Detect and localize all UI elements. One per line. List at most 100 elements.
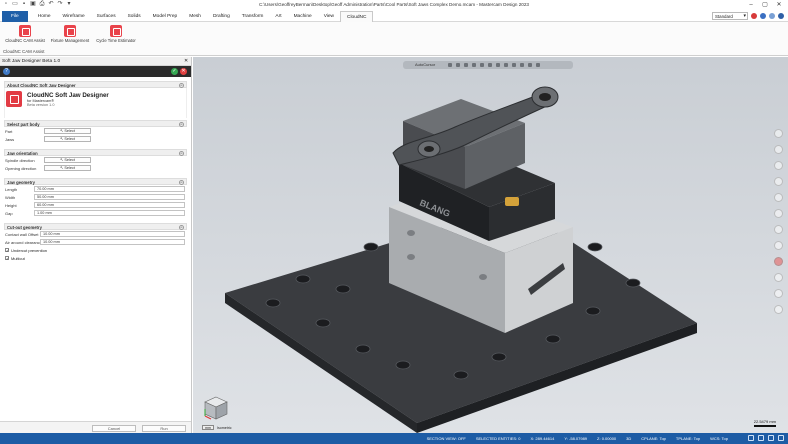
arc-icon[interactable] bbox=[472, 63, 476, 67]
collapse-icon[interactable]: ^ bbox=[179, 224, 184, 230]
air-clearance-input[interactable]: 10.00 mm bbox=[40, 239, 185, 245]
solid-select-icon[interactable] bbox=[520, 63, 524, 67]
tab-home[interactable]: Home bbox=[32, 11, 57, 22]
tab-cloudnc[interactable]: CloudNC bbox=[340, 11, 374, 22]
view-toolbar[interactable]: AutoCursor bbox=[403, 61, 573, 69]
contact-wall-offset-input[interactable]: 10.00 mm bbox=[40, 231, 185, 237]
panel-close-icon[interactable]: ✕ bbox=[184, 57, 188, 66]
cut-out-geometry-header[interactable]: Cut-out geometry ^ bbox=[4, 223, 187, 230]
options-icon[interactable] bbox=[536, 63, 540, 67]
collapse-icon[interactable]: ^ bbox=[179, 82, 184, 88]
view-top-icon[interactable] bbox=[774, 145, 783, 154]
scale-label: 22.5479 mm bbox=[753, 419, 776, 424]
width-row: Width 50.00 mm bbox=[4, 193, 187, 201]
shading-icon[interactable] bbox=[774, 241, 783, 250]
height-input[interactable]: 60.00 mm bbox=[34, 202, 185, 208]
line-icon[interactable] bbox=[464, 63, 468, 67]
cycle-time-button[interactable]: Cycle Time Estimator bbox=[96, 25, 136, 43]
level-icon[interactable] bbox=[488, 63, 492, 67]
run-button[interactable]: Run bbox=[142, 425, 186, 432]
tab-model-prep[interactable]: Model Prep bbox=[147, 11, 184, 22]
section-view-icon[interactable] bbox=[774, 273, 783, 282]
wcs-status[interactable]: WCS: Top bbox=[710, 436, 728, 441]
cancel-icon[interactable]: ✕ bbox=[180, 68, 187, 75]
translucency-icon[interactable] bbox=[768, 435, 774, 441]
view-right-icon[interactable] bbox=[774, 177, 783, 186]
collapse-icon[interactable]: ^ bbox=[179, 179, 184, 185]
view-front-icon[interactable] bbox=[774, 161, 783, 170]
vise-bolt bbox=[407, 254, 415, 260]
fixture-management-button[interactable]: Fixture Management bbox=[50, 25, 90, 43]
point-icon[interactable] bbox=[456, 63, 460, 67]
gap-input[interactable]: 1.00 mm bbox=[34, 210, 185, 216]
ribbon-tabs: File Home Wireframe Surfaces Solids Mode… bbox=[2, 11, 374, 22]
mode-select[interactable]: Standard bbox=[712, 12, 748, 20]
help-icon[interactable]: ? bbox=[3, 68, 10, 75]
tab-art[interactable]: Art bbox=[269, 11, 287, 22]
filter-icon[interactable] bbox=[512, 63, 516, 67]
minimize-icon[interactable]: – bbox=[744, 0, 758, 10]
cam-assist-button[interactable]: CloudNC CAM Assist bbox=[5, 25, 45, 43]
color-icon[interactable] bbox=[496, 63, 500, 67]
hide-icon[interactable] bbox=[774, 289, 783, 298]
clear-icon[interactable] bbox=[528, 63, 532, 67]
collapse-icon[interactable]: ^ bbox=[179, 150, 184, 156]
tab-transform[interactable]: Transform bbox=[236, 11, 270, 22]
tab-wireframe[interactable]: Wireframe bbox=[57, 11, 91, 22]
select-icon[interactable] bbox=[504, 63, 508, 67]
multicut-checkbox[interactable]: ✓ bbox=[5, 255, 9, 260]
selected-entities-status: SELECTED ENTITIES: 0 bbox=[475, 436, 521, 441]
wireframe-mode-icon[interactable] bbox=[748, 435, 754, 441]
ok-icon[interactable]: ✓ bbox=[171, 68, 178, 75]
status-bar: SECTION VIEW: OFF SELECTED ENTITIES: 0 X… bbox=[0, 433, 788, 444]
grid-icon[interactable] bbox=[480, 63, 484, 67]
window-controls: – ▢ ✕ bbox=[744, 0, 786, 10]
undercut-prevention-label: Undercut prevention bbox=[11, 248, 48, 253]
jaw-geometry-header[interactable]: Jaw geometry ^ bbox=[4, 178, 187, 185]
section-view-status[interactable]: SECTION VIEW: OFF bbox=[427, 436, 466, 441]
maximize-icon[interactable]: ▢ bbox=[758, 0, 772, 10]
title-bar: ▫ ▭ ▪ ▣ ⎙ ↶ ↷ ▾ C:\Users\GeoffreyBerman\… bbox=[0, 0, 788, 11]
cplane-status[interactable]: CPLANE: Top bbox=[641, 436, 666, 441]
select-jaws-button[interactable]: ↖ Select bbox=[44, 136, 91, 142]
settings-icon[interactable] bbox=[769, 13, 775, 19]
settings-icon[interactable] bbox=[778, 435, 784, 441]
shaded-mode-icon[interactable] bbox=[758, 435, 764, 441]
tplane-status[interactable]: TPLANE: Top bbox=[676, 436, 700, 441]
unzoom-icon[interactable] bbox=[774, 225, 783, 234]
cloudnc-status-icon[interactable] bbox=[751, 13, 757, 19]
select-part-body-header[interactable]: Select part body ^ bbox=[4, 120, 187, 127]
viewcube[interactable] bbox=[202, 394, 230, 422]
air-clearance-row: Air around clearance 10.00 mm bbox=[4, 238, 187, 246]
tab-surfaces[interactable]: Surfaces bbox=[91, 11, 122, 22]
cancel-button[interactable]: Cancel bbox=[92, 425, 136, 432]
view-iso-icon[interactable] bbox=[774, 129, 783, 138]
select-spindle-direction-button[interactable]: ↖ Select bbox=[44, 157, 91, 163]
screen-clear-icon[interactable] bbox=[774, 305, 783, 314]
tab-file[interactable]: File bbox=[2, 11, 28, 22]
close-icon[interactable]: ✕ bbox=[772, 0, 786, 10]
select-opening-direction-button[interactable]: ↖ Select bbox=[44, 165, 91, 171]
collapse-icon[interactable]: ^ bbox=[179, 121, 184, 127]
fit-icon[interactable] bbox=[774, 193, 783, 202]
select-part-button[interactable]: ↖ Select bbox=[44, 128, 91, 134]
length-input[interactable]: 70.00 mm bbox=[34, 186, 185, 192]
cycle-time-icon bbox=[110, 25, 122, 37]
undercut-prevention-checkbox[interactable]: ✓ bbox=[5, 247, 9, 252]
graphics-viewport[interactable]: BLANG AutoCursor mm Isometric 22.5479 mm bbox=[193, 57, 788, 433]
help-icon[interactable] bbox=[778, 13, 784, 19]
user-icon[interactable] bbox=[760, 13, 766, 19]
tab-solids[interactable]: Solids bbox=[122, 11, 147, 22]
mode-3d-status[interactable]: 3D bbox=[626, 436, 631, 441]
fixture-management-icon bbox=[64, 25, 76, 37]
about-section-header[interactable]: About CloudNC Soft Jaw Designer ^ bbox=[4, 81, 187, 88]
analyze-icon[interactable] bbox=[774, 257, 783, 266]
tab-machine[interactable]: Machine bbox=[288, 11, 318, 22]
tab-drafting[interactable]: Drafting bbox=[207, 11, 236, 22]
width-input[interactable]: 50.00 mm bbox=[34, 194, 185, 200]
tab-view[interactable]: View bbox=[318, 11, 340, 22]
jaw-orientation-header[interactable]: Jaw orientation ^ bbox=[4, 149, 187, 156]
zoom-window-icon[interactable] bbox=[774, 209, 783, 218]
tab-mesh[interactable]: Mesh bbox=[183, 11, 207, 22]
snap-icon[interactable] bbox=[448, 63, 452, 67]
